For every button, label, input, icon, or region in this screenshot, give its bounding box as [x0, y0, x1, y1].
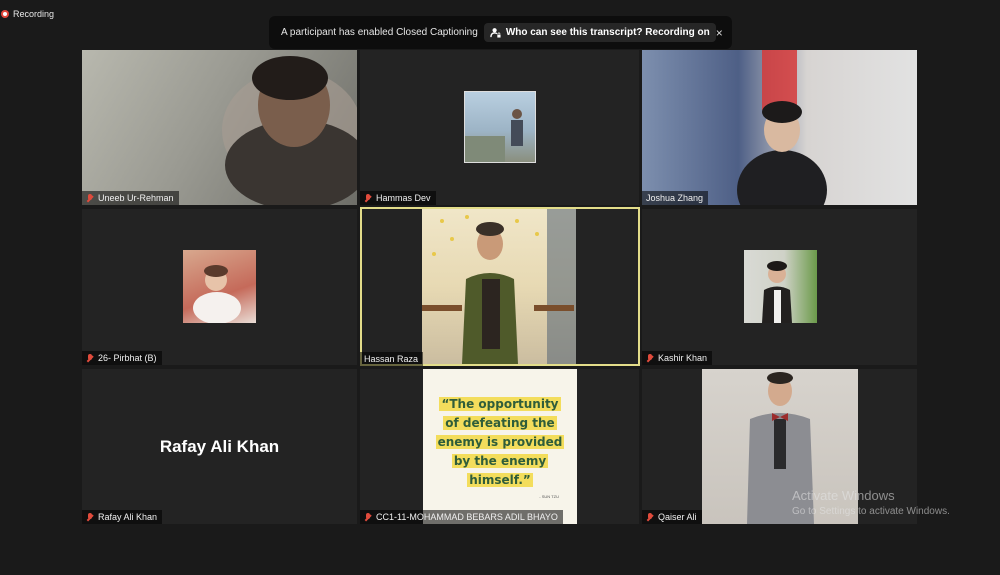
quote-text: “The opportunity of defeating the enemy … — [435, 397, 565, 487]
transcript-visibility-label: Who can see this transcript? Recording o… — [505, 27, 710, 38]
participant-name-tag: Kashir Khan — [642, 351, 713, 365]
banner-message: A participant has enabled Closed Caption… — [281, 27, 478, 38]
profile-picture — [464, 91, 536, 163]
profile-picture-quote: “The opportunity of defeating the enemy … — [423, 369, 577, 524]
participant-name: CC1-11-MOHAMMAD BEBARS ADIL BHAYO — [376, 512, 558, 522]
profile-picture — [744, 250, 817, 323]
muted-mic-icon — [86, 353, 94, 363]
participant-name: Joshua Zhang — [646, 193, 704, 203]
video-tile[interactable]: Kashir Khan — [642, 209, 917, 365]
video-tile[interactable]: Uneeb Ur-Rehman — [82, 50, 357, 205]
participant-display-name: Rafay Ali Khan — [159, 436, 280, 456]
video-tile[interactable]: Rafay Ali Khan Rafay Ali Khan — [82, 369, 357, 524]
participant-name-tag: Hammas Dev — [360, 191, 436, 205]
transcript-visibility-button[interactable]: Who can see this transcript? Recording o… — [483, 23, 716, 42]
watermark-subtitle: Go to Settings to activate Windows. — [792, 506, 950, 517]
participant-name-tag: Hassan Raza — [360, 352, 424, 366]
quote-source: - SUN TZU — [539, 494, 559, 499]
video-tile-active-speaker[interactable]: Hassan Raza — [360, 207, 640, 366]
muted-mic-icon — [86, 512, 94, 522]
participant-name: Rafay Ali Khan — [98, 512, 158, 522]
profile-picture — [183, 250, 256, 323]
participant-name: 26- Pirbhat (B) — [98, 353, 157, 363]
participant-name-tag: 26- Pirbhat (B) — [82, 351, 162, 365]
video-tile[interactable]: “The opportunity of defeating the enemy … — [360, 369, 639, 524]
muted-mic-icon — [646, 353, 654, 363]
recording-icon — [1, 10, 9, 18]
participant-name-tag: Uneeb Ur-Rehman — [82, 191, 179, 205]
avatar-image — [465, 109, 523, 162]
avatar-image — [762, 261, 792, 323]
avatar-image — [193, 265, 241, 323]
recording-indicator[interactable]: Recording — [0, 9, 54, 19]
profile-picture — [422, 209, 576, 364]
participant-name-tag: Qaiser Ali — [642, 510, 702, 524]
windows-activation-watermark: Activate Windows Go to Settings to activ… — [792, 488, 950, 520]
participant-name-tag: Joshua Zhang — [642, 191, 709, 205]
muted-mic-icon — [364, 193, 372, 203]
video-tile[interactable]: Joshua Zhang — [642, 50, 917, 205]
video-tile[interactable]: 26- Pirbhat (B) — [82, 209, 357, 365]
recording-label: Recording — [13, 9, 55, 19]
participant-silhouette — [737, 50, 827, 205]
participant-name: Hammas Dev — [376, 193, 431, 203]
muted-mic-icon — [86, 193, 94, 203]
participant-name-tag: Rafay Ali Khan — [82, 510, 163, 524]
video-feed — [642, 50, 917, 205]
participant-name: Qaiser Ali — [658, 512, 697, 522]
muted-mic-icon — [646, 512, 654, 522]
participant-name: Hassan Raza — [364, 354, 419, 364]
close-icon[interactable]: × — [716, 26, 723, 40]
participant-name: Uneeb Ur-Rehman — [98, 193, 174, 203]
avatar-image — [422, 209, 576, 364]
caption-banner: A participant has enabled Closed Caption… — [269, 16, 732, 49]
person-lock-icon — [490, 28, 501, 38]
watermark-title: Activate Windows — [792, 488, 895, 503]
participant-silhouette — [222, 56, 357, 205]
muted-mic-icon — [364, 512, 372, 522]
participant-name-tag: CC1-11-MOHAMMAD BEBARS ADIL BHAYO — [360, 510, 563, 524]
video-feed — [82, 50, 357, 205]
participant-name: Kashir Khan — [658, 353, 708, 363]
video-tile[interactable]: Hammas Dev — [360, 50, 639, 205]
